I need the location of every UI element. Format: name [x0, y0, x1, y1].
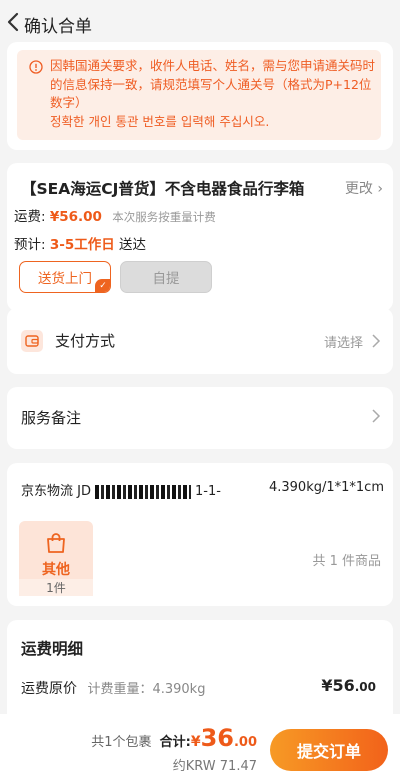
- chevron-right-icon: [372, 334, 381, 348]
- service-remark-row[interactable]: 服务备注: [7, 387, 393, 449]
- notice-text: 因韩国通关要求，收件人电话、姓名，需与您申请通关码时的信息保持一致，请规范填写个…: [50, 57, 376, 131]
- customs-notice: 因韩国通关要求，收件人电话、姓名，需与您申请通关码时的信息保持一致，请规范填写个…: [17, 50, 381, 140]
- notice-text-cn: 因韩国通关要求，收件人电话、姓名，需与您申请通关码时的信息保持一致，请规范填写个…: [50, 58, 376, 110]
- change-label: 更改: [344, 181, 373, 197]
- fee-label: 运费:: [14, 209, 46, 225]
- eta-row: 预计: 3-5工作日 送达: [14, 233, 146, 253]
- submit-order-button[interactable]: 提交订单: [270, 729, 388, 771]
- shipping-method-title: 【SEA海运CJ普货】不含电器食品行李箱: [21, 180, 305, 198]
- order-total: 共1个包裹 合计:¥36.00: [91, 724, 257, 752]
- back-arrow-icon[interactable]: [4, 10, 24, 34]
- self-pickup-option[interactable]: 自提: [120, 261, 212, 293]
- carrier-tracking: 京东物流 JD 1-1-: [21, 480, 221, 499]
- chevron-right-icon: [372, 409, 381, 423]
- change-shipping-button[interactable]: 更改 ›: [345, 178, 383, 198]
- redacted-tracking: [94, 484, 191, 499]
- total-krw: 约KRW 71.47: [172, 759, 257, 774]
- fee-detail-title: 运费明细: [21, 640, 84, 658]
- shopping-bag-icon: [47, 533, 65, 553]
- fee-value: ¥56.00: [49, 209, 102, 225]
- item-total: 共 1 件商品: [312, 554, 381, 569]
- payment-method-row[interactable]: 支付方式 请选择: [7, 308, 393, 374]
- fee-line-amount: ¥56.00: [321, 676, 376, 695]
- carrier-suffix: 1-1-: [194, 484, 221, 499]
- chevron-right-icon: ›: [377, 181, 383, 197]
- fee-line-label: 运费原价: [21, 681, 77, 697]
- payment-placeholder: 请选择: [323, 336, 363, 351]
- eta-label: 预计:: [14, 237, 46, 253]
- eta-value: 3-5工作日: [49, 237, 115, 253]
- page-title: 确认合单: [24, 17, 92, 37]
- total-dec: .00: [233, 735, 257, 750]
- total-int: 36: [200, 724, 234, 752]
- item-name: 其他: [42, 562, 70, 578]
- package-card: 京东物流 JD 1-1- 4.390kg/1*1*1cm 其他 1件 共 1 件商…: [7, 463, 393, 606]
- fee-detail-line: 运费原价 计费重量：4.390kg: [21, 678, 205, 698]
- delivery-door-option[interactable]: 送货上门 ✓: [19, 261, 111, 293]
- top-bar: 确认合单: [0, 0, 400, 44]
- total-currency: ¥: [190, 734, 201, 750]
- shipping-fee-row: 运费: ¥56.00 本次服务按重量计费: [14, 205, 216, 225]
- package-count: 共1个包裹: [91, 735, 152, 750]
- eta-suffix: 送达: [119, 237, 147, 253]
- service-remark-title: 服务备注: [21, 409, 82, 427]
- notice-text-kr: 정확한 개인 통관 번호를 입력해 주십시오.: [50, 113, 270, 129]
- fee-hint: 本次服务按重量计费: [112, 210, 216, 224]
- fee-amount-int: ¥56: [321, 676, 355, 695]
- item-quantity: 1件: [19, 579, 93, 596]
- info-icon: [29, 60, 43, 74]
- wallet-icon: [21, 330, 43, 352]
- bottom-bar: 共1个包裹 合计:¥36.00 约KRW 71.47 提交订单: [0, 714, 400, 784]
- pickup-label: 自提: [152, 271, 180, 287]
- payment-method-title: 支付方式: [55, 332, 116, 350]
- package-weight: 4.390kg/1*1*1cm: [268, 480, 384, 495]
- total-label: 合计:: [159, 735, 191, 750]
- carrier-prefix: 京东物流 JD: [21, 484, 91, 499]
- notice-card: 因韩国通关要求，收件人电话、姓名，需与您申请通关码时的信息保持一致，请规范填写个…: [7, 42, 393, 150]
- door-label: 送货上门: [38, 271, 92, 287]
- fee-amount-dec: .00: [354, 680, 376, 694]
- check-icon: ✓: [95, 279, 110, 292]
- fee-line-weight: 计费重量：4.390kg: [87, 682, 206, 697]
